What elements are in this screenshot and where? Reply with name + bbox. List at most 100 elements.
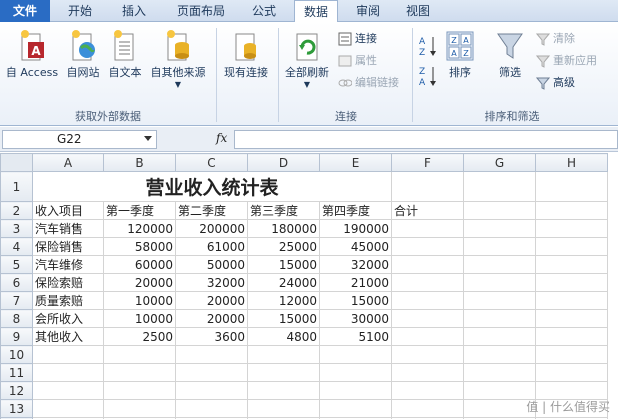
value-cell[interactable]: 20000	[103, 273, 176, 292]
cell[interactable]	[103, 345, 176, 364]
value-cell[interactable]: 10000	[103, 309, 176, 328]
cell[interactable]	[463, 327, 536, 346]
header-cell[interactable]: 第四季度	[319, 201, 392, 220]
cell[interactable]	[535, 381, 608, 400]
value-cell[interactable]: 120000	[103, 219, 176, 238]
value-cell[interactable]: 32000	[175, 273, 248, 292]
cell[interactable]	[463, 399, 536, 418]
from-web-button[interactable]: 自网站	[62, 28, 104, 80]
advanced-filter-button[interactable]: 高级	[535, 74, 575, 92]
insert-function-icon[interactable]: fx	[216, 131, 227, 145]
cell[interactable]	[175, 399, 248, 418]
tab-data[interactable]: 数据	[294, 0, 338, 23]
total-cell[interactable]	[391, 219, 464, 238]
cell[interactable]	[535, 327, 608, 346]
header-cell[interactable]: 第二季度	[175, 201, 248, 220]
cell[interactable]	[535, 201, 608, 220]
value-cell[interactable]: 190000	[319, 219, 392, 238]
row-header[interactable]: 11	[0, 363, 33, 382]
cell[interactable]	[32, 399, 104, 418]
existing-connections-button[interactable]: 现有连接	[218, 28, 274, 80]
header-cell[interactable]: 合计	[391, 201, 464, 220]
cell[interactable]	[463, 237, 536, 256]
row-header[interactable]: 12	[0, 381, 33, 400]
item-cell[interactable]: 会所收入	[32, 309, 104, 328]
header-cell[interactable]: 收入项目	[32, 201, 104, 220]
value-cell[interactable]: 32000	[319, 255, 392, 274]
tab-review[interactable]: 审阅	[346, 0, 390, 22]
item-cell[interactable]: 保险销售	[32, 237, 104, 256]
cell[interactable]	[463, 255, 536, 274]
cell[interactable]	[103, 381, 176, 400]
from-other-sources-button[interactable]: 自其他来源 ▼	[146, 28, 210, 89]
item-cell[interactable]: 质量索赔	[32, 291, 104, 310]
cell[interactable]	[391, 381, 464, 400]
value-cell[interactable]: 200000	[175, 219, 248, 238]
cell[interactable]	[463, 363, 536, 382]
value-cell[interactable]: 10000	[103, 291, 176, 310]
value-cell[interactable]: 20000	[175, 309, 248, 328]
from-access-button[interactable]: A 自 Access	[2, 28, 62, 80]
name-box[interactable]: G22	[2, 130, 157, 149]
total-cell[interactable]	[391, 327, 464, 346]
sort-descending-button[interactable]: ZA	[416, 64, 440, 88]
column-header[interactable]: H	[535, 153, 608, 172]
cell[interactable]	[32, 345, 104, 364]
value-cell[interactable]: 2500	[103, 327, 176, 346]
value-cell[interactable]: 5100	[319, 327, 392, 346]
item-cell[interactable]: 其他收入	[32, 327, 104, 346]
clear-filter-button[interactable]: 清除	[535, 30, 575, 48]
properties-button[interactable]: 属性	[338, 52, 377, 70]
row-header[interactable]: 5	[0, 255, 33, 274]
total-cell[interactable]	[391, 237, 464, 256]
tab-file[interactable]: 文件	[0, 0, 50, 22]
header-cell[interactable]: 第一季度	[103, 201, 176, 220]
value-cell[interactable]: 12000	[247, 291, 320, 310]
name-box-dropdown-icon[interactable]	[144, 136, 152, 141]
tab-page-layout[interactable]: 页面布局	[168, 0, 234, 22]
value-cell[interactable]: 3600	[175, 327, 248, 346]
value-cell[interactable]: 24000	[247, 273, 320, 292]
cell[interactable]	[535, 255, 608, 274]
cell[interactable]	[32, 381, 104, 400]
total-cell[interactable]	[391, 255, 464, 274]
formula-input[interactable]	[234, 130, 618, 149]
row-header[interactable]: 8	[0, 309, 33, 328]
row-header[interactable]: 7	[0, 291, 33, 310]
row-header[interactable]: 6	[0, 273, 33, 292]
item-cell[interactable]: 汽车销售	[32, 219, 104, 238]
value-cell[interactable]: 20000	[175, 291, 248, 310]
value-cell[interactable]: 15000	[319, 291, 392, 310]
cell[interactable]	[463, 309, 536, 328]
row-header[interactable]: 1	[0, 171, 33, 202]
value-cell[interactable]: 25000	[247, 237, 320, 256]
value-cell[interactable]: 21000	[319, 273, 392, 292]
cell[interactable]	[535, 171, 608, 202]
column-header[interactable]: B	[103, 153, 176, 172]
cell[interactable]	[391, 171, 464, 202]
tab-home[interactable]: 开始	[58, 0, 102, 22]
item-cell[interactable]: 保险索赔	[32, 273, 104, 292]
refresh-all-button[interactable]: 全部刷新 ▼	[280, 28, 334, 89]
cell[interactable]	[463, 171, 536, 202]
value-cell[interactable]: 4800	[247, 327, 320, 346]
cell[interactable]	[463, 291, 536, 310]
sort-ascending-button[interactable]: AZ	[416, 34, 440, 58]
value-cell[interactable]: 58000	[103, 237, 176, 256]
cell[interactable]	[247, 363, 320, 382]
cell[interactable]	[319, 363, 392, 382]
cell[interactable]	[463, 219, 536, 238]
row-header[interactable]: 2	[0, 201, 33, 220]
cell[interactable]	[103, 363, 176, 382]
cell[interactable]	[463, 381, 536, 400]
cell[interactable]	[319, 345, 392, 364]
cell[interactable]	[103, 399, 176, 418]
cell[interactable]	[535, 345, 608, 364]
total-cell[interactable]	[391, 273, 464, 292]
cell[interactable]	[319, 381, 392, 400]
item-cell[interactable]: 汽车维修	[32, 255, 104, 274]
from-text-button[interactable]: 自文本	[104, 28, 146, 80]
cell[interactable]	[247, 399, 320, 418]
value-cell[interactable]: 15000	[247, 309, 320, 328]
select-all-corner[interactable]	[0, 153, 33, 172]
